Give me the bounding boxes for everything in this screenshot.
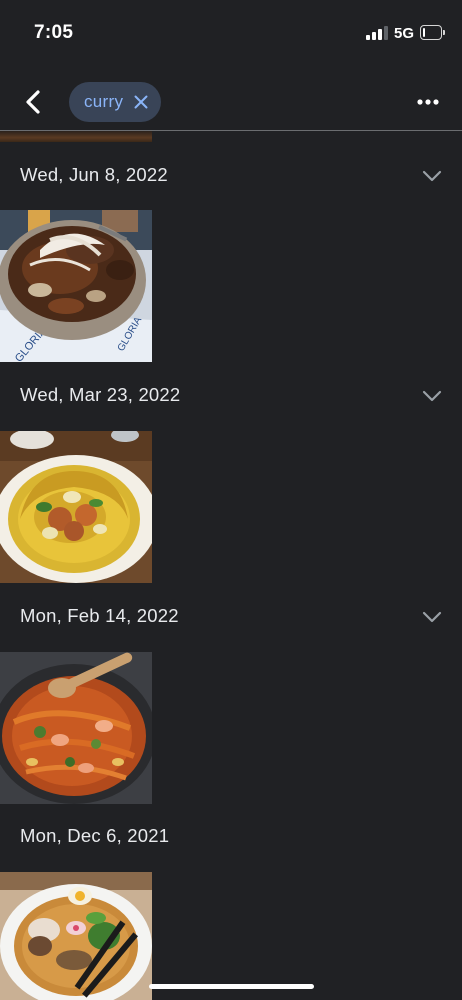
date-section-header: Wed, Mar 23, 2022	[0, 376, 462, 416]
section-date-label: Wed, Jun 8, 2022	[20, 164, 168, 185]
photo-thumbnail[interactable]	[0, 872, 152, 1000]
date-section-header: Mon, Feb 14, 2022	[0, 597, 462, 637]
date-section-header: Wed, Jun 8, 2022	[0, 156, 462, 196]
search-query-label: curry	[84, 92, 124, 111]
home-indicator[interactable]	[149, 984, 314, 989]
network-type: 5G	[394, 25, 415, 42]
clear-search-button[interactable]	[133, 94, 149, 110]
battery-icon	[420, 25, 445, 40]
stir-fry-wok-photo	[0, 652, 152, 804]
photo-thumbnail[interactable]: GLORIA GLORIA	[0, 210, 152, 362]
status-time: 7:05	[34, 22, 74, 43]
chevron-down-icon	[422, 611, 442, 623]
photo-thumbnail[interactable]	[0, 652, 152, 804]
yellow-curry-plate-photo	[0, 431, 152, 583]
expand-section-button[interactable]	[418, 382, 446, 410]
back-button[interactable]	[14, 82, 54, 122]
previous-photo-thumbnail[interactable]	[0, 131, 152, 142]
section-date-label: Mon, Dec 6, 2021	[20, 825, 170, 846]
date-section-header: Mon, Dec 6, 2021	[0, 817, 462, 857]
cellular-signal-icon	[366, 26, 388, 40]
app-bar: curry	[0, 74, 462, 130]
search-query-chip[interactable]: curry	[69, 82, 162, 122]
expand-section-button[interactable]	[418, 162, 446, 190]
close-icon	[134, 95, 148, 109]
status-bar: 7:05 5G	[0, 0, 462, 66]
photo-thumbnail[interactable]	[0, 431, 152, 583]
chevron-down-icon	[422, 170, 442, 182]
section-date-label: Wed, Mar 23, 2022	[20, 384, 181, 405]
expand-section-button[interactable]	[418, 603, 446, 631]
chevron-left-icon	[26, 90, 40, 114]
section-date-label: Mon, Feb 14, 2022	[20, 605, 179, 626]
ramen-bowl-photo	[0, 872, 152, 1000]
beef-stew-bowl-photo: GLORIA GLORIA	[0, 210, 152, 362]
more-options-button[interactable]	[408, 82, 448, 122]
more-horizontal-icon	[417, 99, 439, 105]
photos-search-results-screen: 7:05 5G curry Wed, Jun 8, 2022 GLORIA GL…	[0, 0, 462, 1000]
chevron-down-icon	[422, 390, 442, 402]
